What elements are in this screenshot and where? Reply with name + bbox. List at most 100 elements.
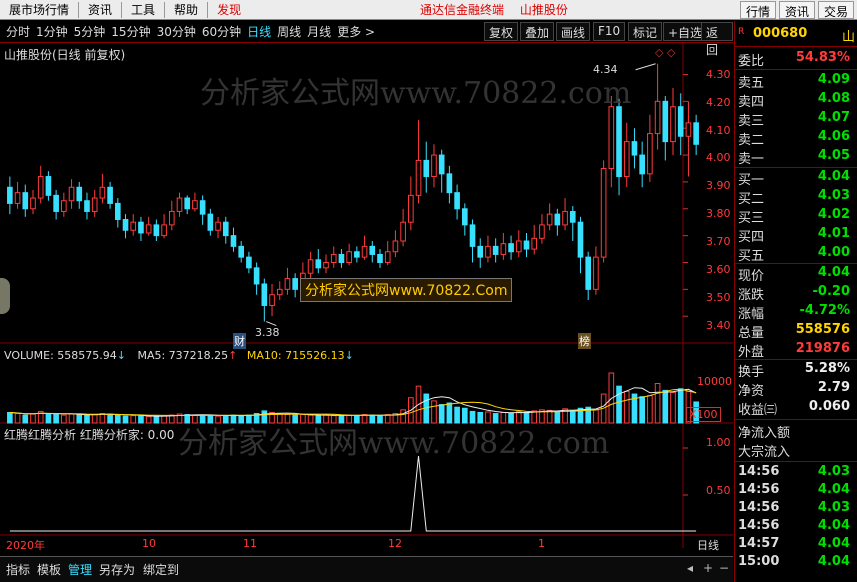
tab-bind-to[interactable]: 绑定到 [143,561,179,578]
tab-weekly[interactable]: 周线 [277,23,301,40]
volume-legend: VOLUME: 558575.94↓ MA5: 737218.25↑ MA10:… [4,349,354,362]
bid-row: 买五 4.00 [735,245,857,264]
stat-value: -4.72% [799,303,851,318]
stat-label: 现价 [738,269,765,284]
finance-marker[interactable]: 财 [233,333,246,349]
candle-body [685,122,692,137]
menu-info[interactable]: 资讯 [79,1,121,18]
stat2-row: 净资 2.79 [735,380,857,399]
candle-body [492,245,499,255]
divider [735,263,857,264]
volume-bar [122,415,129,424]
tab-5min[interactable]: 5分钟 [74,23,106,40]
tab-daily[interactable]: 日线 [247,23,271,40]
divider [735,69,857,70]
price-axis-tick: 3.40 [706,319,731,332]
stat-value: -0.20 [812,284,850,299]
watermark-box: 分析家公式网www.70822.Com [300,278,513,302]
menu-help[interactable]: 帮助 [165,1,207,18]
candle-body [369,245,376,255]
tab-save-as[interactable]: 另存为 [99,561,135,578]
date-axis-tick: 12 [388,537,402,550]
stat-row: 涨跌 -0.20 [735,284,857,303]
candle-body [415,159,422,196]
f10-button[interactable]: F10 [593,22,626,41]
zoom-in-icon[interactable]: + [703,561,713,575]
candle-body [76,186,83,202]
news-button[interactable]: 资讯 [779,1,816,19]
window-title: 通达信金融终端 山推股份 [420,1,568,18]
tab-1min[interactable]: 1分钟 [36,23,68,40]
tab-template[interactable]: 模板 [37,561,61,578]
trade-button[interactable]: 交易 [818,1,855,19]
candle-body [199,200,206,215]
tick-row: 14:56 4.03 [735,500,857,518]
side-panel-toggle[interactable] [0,278,10,314]
tick-row: 14:57 4.04 [735,536,857,554]
candle-body [531,237,538,250]
stat-row: 涨幅 -4.72% [735,303,857,322]
divider [735,46,857,47]
adjust-button[interactable]: 复权 [484,22,519,41]
candle-body [253,267,260,285]
draw-line-button[interactable]: 画线 [556,22,591,41]
chart-title: 山推股份(日线 前复权) [4,48,126,62]
candle-body [454,192,460,210]
overlay-button[interactable]: 叠加 [520,22,555,41]
candle-body [238,245,245,258]
price-axis-tick: 3.70 [706,235,731,248]
volume-bar [623,390,630,424]
price-axis-tick: 4.30 [706,68,731,81]
candle-body [400,221,406,242]
price-axis-tick: 3.60 [706,263,731,276]
volume-bar [68,413,75,424]
candle-body [523,240,530,250]
tab-60min[interactable]: 60分钟 [202,23,241,40]
ranking-marker[interactable]: 榜 [578,333,591,349]
candle-body [138,221,144,234]
volume-bar [138,415,144,424]
candle-body [677,106,684,137]
quote-button[interactable]: 行情 [740,1,777,19]
candle-body [377,253,383,263]
high-pointer [635,63,656,71]
candle-body [408,194,414,223]
tab-manage[interactable]: 管理 [68,561,92,578]
chart-area[interactable]: 山推股份(日线 前复权) ◇ ◇ 分析家公式网www.70822.com 分析家… [0,43,733,552]
volume-bar [91,414,98,424]
back-button[interactable]: 返回 [701,22,733,57]
candle-body [431,154,437,178]
price-axis-tick: 3.80 [706,207,731,220]
bid-value: 4.00 [817,245,850,260]
stat-value: 219876 [795,341,850,356]
bid-label: 买三 [738,211,765,226]
candle-body [508,243,514,253]
tab-intraday[interactable]: 分时 [6,23,30,40]
candle-body [469,224,476,247]
menu-market[interactable]: 展市场行情 [0,1,78,18]
stat-row: 现价 4.04 [735,265,857,284]
volume-bar [84,414,90,424]
tab-monthly[interactable]: 月线 [307,23,331,40]
stat2-value: 2.79 [817,380,850,395]
menu-discover[interactable]: 发现 [208,1,250,18]
price-axis-tick: 4.00 [706,151,731,164]
price-axis-tick: 3.50 [706,291,731,304]
tab-15min[interactable]: 15分钟 [111,23,150,40]
zoom-out-icon[interactable]: − [719,561,729,575]
scroll-left-icon[interactable]: ◂ [687,561,693,575]
price-axis-tick: 4.10 [706,124,731,137]
candle-body [192,200,198,210]
menu-tools[interactable]: 工具 [122,1,164,18]
ma10-value: MA10: 715526.13 [246,349,345,362]
stat-value: 558576 [795,322,850,337]
tab-more[interactable]: 更多 > [337,23,375,40]
bid-value: 4.04 [817,169,850,184]
tick-time: 14:56 [738,500,780,515]
mark-button[interactable]: 标记 [628,22,663,41]
volume-bar [61,414,67,424]
low-pointer [266,321,277,327]
tab-indicator[interactable]: 指标 [6,561,30,578]
candle-body [99,186,106,199]
tab-30min[interactable]: 30分钟 [157,23,196,40]
